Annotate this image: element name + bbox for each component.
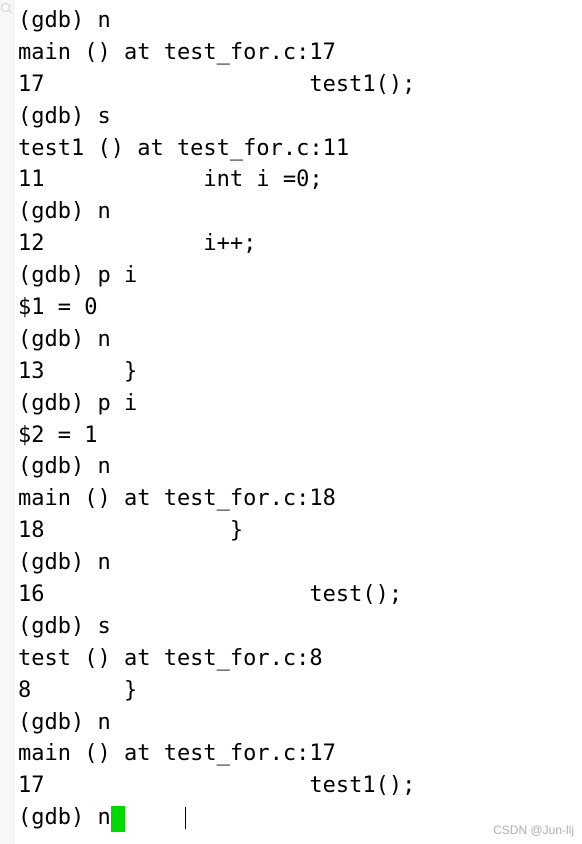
output-text: 13 } <box>18 359 137 384</box>
output-text: main () at test_for.c:17 <box>18 741 336 766</box>
gdb-prompt: (gdb) <box>18 550 97 575</box>
output-text: 17 test1(); <box>18 773 415 798</box>
gdb-prompt: (gdb) <box>18 327 97 352</box>
gdb-command: n <box>97 454 110 479</box>
terminal-line: main () at test_for.c:17 <box>18 37 582 69</box>
gdb-prompt: (gdb) <box>18 8 97 33</box>
output-text: $1 = 0 <box>18 295 97 320</box>
terminal-line: (gdb) n <box>18 547 582 579</box>
terminal-output[interactable]: (gdb) nmain () at test_for.c:1717 test1(… <box>18 5 582 834</box>
terminal-line: test () at test_for.c:8 <box>18 643 582 675</box>
output-text: 16 test(); <box>18 582 402 607</box>
text-cursor-icon <box>185 807 187 829</box>
terminal-line: (gdb) p i <box>18 260 582 292</box>
gdb-prompt: (gdb) <box>18 104 97 129</box>
terminal-line: test1 () at test_for.c:11 <box>18 133 582 165</box>
gdb-command: n <box>97 710 110 735</box>
output-text: 12 i++; <box>18 231 256 256</box>
output-text: main () at test_for.c:17 <box>18 40 336 65</box>
gdb-command: s <box>97 104 110 129</box>
terminal-line: 17 test1(); <box>18 770 582 802</box>
gdb-command: n <box>97 550 110 575</box>
gdb-prompt: (gdb) <box>18 710 97 735</box>
terminal-line: (gdb) n <box>18 707 582 739</box>
output-text: main () at test_for.c:18 <box>18 486 336 511</box>
terminal-line: (gdb) n <box>18 451 582 483</box>
output-text: 11 int i =0; <box>18 167 323 192</box>
terminal-line: (gdb) s <box>18 101 582 133</box>
terminal-line: (gdb) s <box>18 611 582 643</box>
gdb-prompt: (gdb) <box>18 614 97 639</box>
terminal-line: (gdb) p i <box>18 388 582 420</box>
search-icon <box>1 3 12 14</box>
watermark-text: CSDN @Jun-llj <box>493 822 574 839</box>
terminal-line: 13 } <box>18 356 582 388</box>
terminal-line: main () at test_for.c:18 <box>18 483 582 515</box>
output-text: 8 } <box>18 678 137 703</box>
terminal-line: $1 = 0 <box>18 292 582 324</box>
terminal-line: $2 = 1 <box>18 420 582 452</box>
gdb-command: s <box>97 614 110 639</box>
terminal-line: 17 test1(); <box>18 69 582 101</box>
output-text: $2 = 1 <box>18 423 97 448</box>
gdb-command: n <box>97 805 110 830</box>
gdb-prompt: (gdb) <box>18 263 97 288</box>
output-text: test () at test_for.c:8 <box>18 646 323 671</box>
gdb-prompt: (gdb) <box>18 805 97 830</box>
gdb-prompt: (gdb) <box>18 199 97 224</box>
output-text: test1 () at test_for.c:11 <box>18 136 349 161</box>
output-text: 17 test1(); <box>18 72 415 97</box>
terminal-line: (gdb) n <box>18 324 582 356</box>
terminal-line: (gdb) n <box>18 196 582 228</box>
terminal-line: 18 } <box>18 515 582 547</box>
terminal-line: main () at test_for.c:17 <box>18 738 582 770</box>
gdb-command: n <box>97 8 110 33</box>
terminal-line: 8 } <box>18 675 582 707</box>
editor-gutter <box>0 0 14 844</box>
output-text: 18 } <box>18 518 243 543</box>
terminal-line: 12 i++; <box>18 228 582 260</box>
terminal-line: (gdb) n <box>18 5 582 37</box>
gdb-command: p i <box>97 391 137 416</box>
gdb-prompt: (gdb) <box>18 391 97 416</box>
gdb-prompt: (gdb) <box>18 454 97 479</box>
terminal-line: 11 int i =0; <box>18 164 582 196</box>
gdb-command: p i <box>97 263 137 288</box>
gdb-command: n <box>97 327 110 352</box>
gdb-command: n <box>97 199 110 224</box>
terminal-cursor <box>111 806 125 832</box>
terminal-line: 16 test(); <box>18 579 582 611</box>
